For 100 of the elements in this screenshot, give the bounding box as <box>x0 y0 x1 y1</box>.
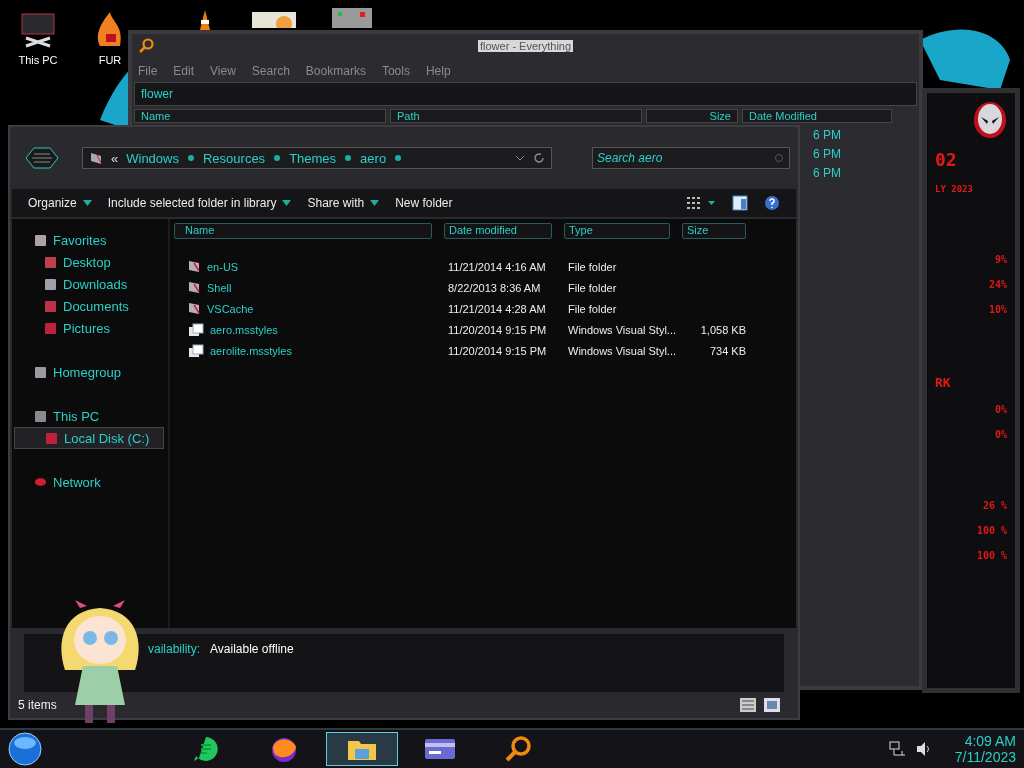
menu-item[interactable]: Tools <box>381 64 410 78</box>
breadcrumb[interactable]: Windows <box>126 150 179 166</box>
file-icon <box>188 343 204 358</box>
window-title: flower - Everything <box>478 40 574 52</box>
dropdown-icon[interactable] <box>515 154 525 162</box>
item-count: 5 items <box>18 698 57 712</box>
desktop-icon-label[interactable]: This PC <box>18 54 58 66</box>
month-reading: LY 2023 <box>935 184 973 194</box>
usage-reading: 10% <box>988 304 1007 315</box>
file-row[interactable]: aerolite.msstyles 11/20/2014 9:15 PM Windows Visual Styl... 734 KB <box>170 340 796 361</box>
refresh-icon[interactable] <box>533 152 545 164</box>
table-cell: 734 KB <box>709 344 746 357</box>
nav-item[interactable]: Local Disk (C:) <box>14 427 164 449</box>
file-name: Shell <box>207 281 232 294</box>
file-row[interactable]: aero.msstyles 11/20/2014 9:15 PM Windows Visual Styl... 1,058 KB <box>170 319 796 340</box>
nav-item[interactable]: Network <box>14 471 164 493</box>
usage-reading: 0% <box>994 429 1007 440</box>
detail-label: vailability: <box>148 642 201 656</box>
file-name: aerolite.msstyles <box>210 344 292 357</box>
help-icon[interactable] <box>764 195 780 211</box>
table-cell: 6 PM <box>813 128 841 142</box>
card-icon <box>424 738 456 760</box>
search-icon <box>774 153 784 163</box>
clock-time[interactable]: 4:09 AM <box>964 733 1016 749</box>
nav-item[interactable]: Homegroup <box>14 361 164 383</box>
file-row[interactable]: Shell 8/22/2013 8:36 AM File folder <box>170 277 796 298</box>
overflow-mark[interactable]: « <box>111 150 119 166</box>
folder-icon <box>188 260 201 273</box>
nav-item[interactable]: Pictures <box>14 317 164 339</box>
file-row[interactable]: VSCache 11/21/2014 4:28 AM File folder <box>170 298 796 319</box>
menu-item[interactable]: View <box>210 64 236 78</box>
breadcrumb[interactable]: Resources <box>203 150 266 166</box>
table-cell-text: 11/20/2014 9:15 PM <box>448 344 548 357</box>
day-reading: 02 <box>935 149 957 170</box>
file-name: en-US <box>207 260 239 273</box>
search-field[interactable]: Search aero <box>592 147 790 169</box>
nav-item[interactable]: Downloads <box>14 273 164 295</box>
detail-value: Available offline <box>210 642 294 656</box>
view-options-icon[interactable] <box>686 196 716 210</box>
nav-item[interactable]: This PC <box>14 405 164 427</box>
nav-item[interactable]: Desktop <box>14 251 164 273</box>
menu-item[interactable]: File <box>138 64 158 78</box>
column-header[interactable]: Size <box>646 109 738 123</box>
menu-item[interactable]: Search <box>251 64 290 78</box>
speech-bubble-icon <box>193 736 219 762</box>
search-field[interactable]: flower <box>134 82 917 106</box>
breadcrumb[interactable]: aero <box>360 150 387 166</box>
menu-item[interactable]: Bookmarks <box>305 64 366 78</box>
file-row[interactable]: en-US 11/21/2014 4:16 AM File folder <box>170 256 796 277</box>
caret-icon[interactable] <box>370 200 380 206</box>
caret-icon[interactable] <box>282 200 292 206</box>
nav-item[interactable]: Favorites <box>14 229 164 251</box>
breadcrumb[interactable]: Themes <box>289 150 337 166</box>
address-bar[interactable]: « Windows Resources Themes aero <box>82 147 552 169</box>
toolbar-button[interactable]: Include selected folder in library <box>107 194 292 212</box>
column-header[interactable]: Date Modified <box>742 109 892 123</box>
taskbar-button[interactable] <box>326 732 398 766</box>
toolbar-button[interactable]: Organize <box>28 194 92 212</box>
clock-date[interactable]: 7/11/2023 <box>954 749 1016 765</box>
folder-icon <box>188 302 201 315</box>
folder-icon <box>89 151 103 165</box>
network-label: RK <box>935 375 951 390</box>
menu-item[interactable]: Edit <box>173 64 195 78</box>
usage-reading: 26 % <box>982 500 1007 511</box>
usage-reading: 100 % <box>976 525 1007 536</box>
column-header[interactable]: Size <box>682 223 746 239</box>
file-name: aero.msstyles <box>210 323 278 336</box>
column-header[interactable]: Name <box>174 223 432 239</box>
folder-icon <box>188 281 201 294</box>
toolbar-button[interactable]: Share with <box>307 194 380 212</box>
table-cell-text: 11/21/2014 4:16 AM <box>448 260 547 273</box>
table-cell-text: File folder <box>568 281 618 294</box>
column-header[interactable]: Path <box>390 109 642 123</box>
table-cell-text: 11/20/2014 9:15 PM <box>448 323 548 336</box>
caret-icon[interactable] <box>82 200 92 206</box>
usage-reading: 100 % <box>976 550 1007 561</box>
device-icon[interactable] <box>330 8 374 28</box>
alien-head-icon <box>973 101 1007 139</box>
logo-icon <box>24 146 60 170</box>
table-cell: 6 PM <box>813 166 841 180</box>
table-cell-text: Windows Visual Styl... <box>568 344 677 357</box>
table-cell-text: 11/21/2014 4:28 AM <box>448 302 547 315</box>
column-header[interactable]: Type <box>564 223 670 239</box>
table-cell: 6 PM <box>813 147 841 161</box>
magnifier-icon <box>504 735 532 763</box>
file-icon <box>188 322 204 337</box>
preview-pane-icon[interactable] <box>732 195 748 211</box>
table-cell: 1,058 KB <box>700 323 746 336</box>
magnifier-icon <box>138 38 154 54</box>
column-header[interactable]: Date modified <box>444 223 552 239</box>
table-cell-text: Windows Visual Styl... <box>568 323 677 336</box>
menu-item[interactable]: Help <box>425 64 451 78</box>
column-header[interactable]: Name <box>134 109 386 123</box>
usage-reading: 0% <box>994 404 1007 415</box>
start-button-icon[interactable] <box>8 732 42 766</box>
toolbar-button[interactable]: New folder <box>395 194 453 212</box>
large-icons-view-icon[interactable] <box>764 698 780 712</box>
file-name: VSCache <box>207 302 254 315</box>
nav-item[interactable]: Documents <box>14 295 164 317</box>
desktop-icon-label[interactable]: FUR <box>98 54 122 66</box>
